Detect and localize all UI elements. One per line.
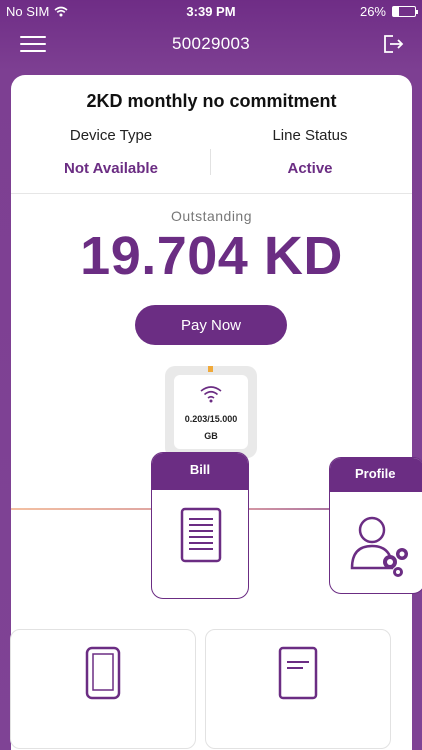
usage-unit: GB — [204, 431, 218, 441]
plan-name: 2KD monthly no commitment — [86, 91, 337, 111]
line-status-section: Line Status Active — [210, 127, 410, 177]
usage-amount: 0.203/15.000 — [184, 414, 238, 424]
bottom-tile-device[interactable] — [10, 629, 196, 749]
battery-icon — [392, 6, 418, 17]
clock: 3:39 PM — [186, 4, 236, 19]
battery-percent: 26% — [359, 4, 386, 19]
nav-bar: 50029003 — [0, 24, 422, 64]
document-icon — [278, 646, 318, 700]
data-usage-tile[interactable]: 0.203/15.000 GB — [165, 366, 257, 458]
device-type-section: Device Type Not Available — [11, 127, 211, 177]
outstanding-amount: 19.704 KD — [80, 226, 343, 286]
logout-icon[interactable] — [382, 34, 404, 54]
outstanding-label: Outstanding — [171, 208, 252, 224]
usage-inner-panel: 0.203/15.000 GB — [174, 375, 248, 449]
line-status-label: Line Status — [272, 127, 348, 144]
account-number-title: 50029003 — [171, 34, 251, 53]
bill-tile[interactable]: Bill — [151, 452, 249, 599]
profile-tile[interactable]: Profile — [329, 457, 422, 594]
device-type-label: Device Type — [69, 127, 153, 144]
line-status-value: Active — [287, 160, 333, 177]
section-divider — [11, 193, 412, 194]
usage-progress-indicator — [208, 366, 213, 372]
app-screen: No SIM 3:39 PM 26% 50029003 2KD monthly … — [0, 0, 422, 750]
status-bar: No SIM 3:39 PM 26% — [0, 0, 422, 22]
device-type-value: Not Available — [64, 160, 158, 177]
pay-now-button[interactable]: Pay Now — [135, 305, 287, 345]
battery-info: 26% — [359, 4, 418, 19]
profile-tile-title: Profile — [330, 458, 422, 492]
device-icon — [85, 646, 121, 700]
bill-document-icon — [180, 507, 222, 563]
bottom-tile-document[interactable] — [205, 629, 391, 749]
battery-level — [393, 7, 399, 16]
bill-tile-title: Bill — [152, 453, 248, 490]
wifi-icon — [200, 386, 222, 403]
profile-settings-icon — [350, 516, 408, 577]
